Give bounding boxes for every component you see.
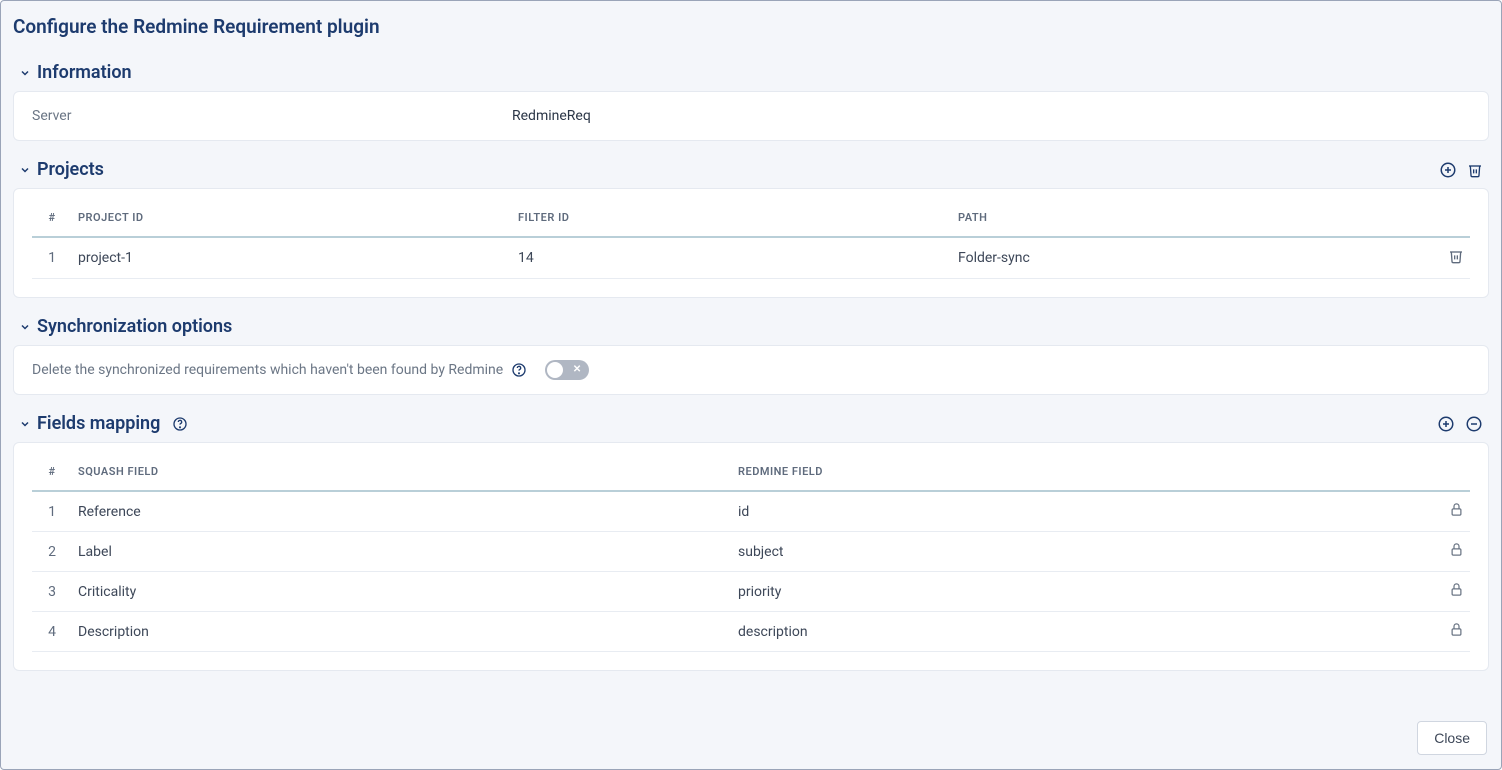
section-projects: Projects #	[13, 159, 1489, 298]
section-projects-title: Projects	[37, 159, 104, 180]
cell-index: 1	[32, 237, 72, 279]
help-icon[interactable]	[511, 362, 527, 378]
cell-filter-id: 14	[512, 237, 952, 279]
mapping-actions	[1437, 415, 1489, 433]
mapping-panel: # SQUASH FIELD REDMINE FIELD 1Referencei…	[13, 442, 1489, 671]
section-mapping-title: Fields mapping	[37, 413, 160, 434]
cell-project-id: project-1	[72, 237, 512, 279]
col-lock	[1426, 453, 1470, 491]
close-button[interactable]: Close	[1417, 721, 1487, 755]
sync-panel: Delete the synchronized requirements whi…	[13, 345, 1489, 395]
chevron-down-icon[interactable]	[19, 321, 31, 333]
cell-squash: Criticality	[72, 572, 732, 612]
plugin-config-modal: Configure the Redmine Requirement plugin…	[0, 0, 1502, 770]
add-project-button[interactable]	[1439, 161, 1457, 179]
sync-delete-label: Delete the synchronized requirements whi…	[32, 362, 503, 378]
sync-delete-row: Delete the synchronized requirements whi…	[14, 346, 1488, 394]
section-mapping: Fields mapping	[13, 413, 1489, 671]
projects-actions	[1439, 161, 1489, 179]
sync-delete-toggle[interactable]: ✕	[545, 360, 589, 380]
table-row[interactable]: 2Labelsubject	[32, 532, 1470, 572]
col-actions	[1426, 199, 1470, 237]
modal-title: Configure the Redmine Requirement plugin	[1, 1, 1501, 48]
projects-table: # PROJECT ID FILTER ID PATH 1project-114…	[32, 199, 1470, 279]
cell-squash: Label	[72, 532, 732, 572]
modal-footer: Close	[1, 711, 1501, 769]
col-index: #	[32, 199, 72, 237]
col-squash: SQUASH FIELD	[72, 453, 732, 491]
section-sync-title: Synchronization options	[37, 316, 232, 337]
lock-icon	[1449, 622, 1464, 637]
help-icon[interactable]	[172, 416, 188, 432]
delete-project-button[interactable]	[1467, 162, 1483, 178]
table-row[interactable]: 1project-114Folder-sync	[32, 237, 1470, 279]
information-panel: Server RedmineReq	[13, 91, 1489, 141]
section-information-title: Information	[37, 62, 132, 83]
cell-squash: Reference	[72, 491, 732, 532]
chevron-down-icon[interactable]	[19, 418, 31, 430]
col-path: PATH	[952, 199, 1426, 237]
chevron-down-icon[interactable]	[19, 164, 31, 176]
mapping-table: # SQUASH FIELD REDMINE FIELD 1Referencei…	[32, 453, 1470, 652]
cell-redmine: subject	[732, 532, 1426, 572]
col-index: #	[32, 453, 72, 491]
cell-redmine: description	[732, 612, 1426, 652]
modal-body[interactable]: Information Server RedmineReq Projects	[1, 48, 1501, 711]
cell-redmine: id	[732, 491, 1426, 532]
chevron-down-icon[interactable]	[19, 67, 31, 79]
table-row[interactable]: 1Referenceid	[32, 491, 1470, 532]
table-row[interactable]: 3Criticalitypriority	[32, 572, 1470, 612]
add-mapping-button[interactable]	[1437, 415, 1455, 433]
cell-redmine: priority	[732, 572, 1426, 612]
server-value: RedmineReq	[512, 108, 591, 124]
projects-panel: # PROJECT ID FILTER ID PATH 1project-114…	[13, 188, 1489, 298]
section-information-header: Information	[13, 62, 1489, 91]
section-sync-header: Synchronization options	[13, 316, 1489, 345]
server-row: Server RedmineReq	[14, 92, 1488, 140]
server-label: Server	[32, 108, 512, 124]
trash-icon[interactable]	[1448, 248, 1464, 264]
lock-icon	[1449, 542, 1464, 557]
cell-index: 2	[32, 532, 72, 572]
cell-index: 3	[32, 572, 72, 612]
section-projects-header: Projects	[13, 159, 1489, 188]
section-information: Information Server RedmineReq	[13, 62, 1489, 141]
col-redmine: REDMINE FIELD	[732, 453, 1426, 491]
lock-icon	[1449, 502, 1464, 517]
section-mapping-header: Fields mapping	[13, 413, 1489, 442]
table-row[interactable]: 4Descriptiondescription	[32, 612, 1470, 652]
cell-path: Folder-sync	[952, 237, 1426, 279]
col-project-id: PROJECT ID	[72, 199, 512, 237]
remove-mapping-button[interactable]	[1465, 415, 1483, 433]
section-sync: Synchronization options Delete the synch…	[13, 316, 1489, 395]
cell-squash: Description	[72, 612, 732, 652]
col-filter-id: FILTER ID	[512, 199, 952, 237]
cell-index: 4	[32, 612, 72, 652]
cell-index: 1	[32, 491, 72, 532]
lock-icon	[1449, 582, 1464, 597]
